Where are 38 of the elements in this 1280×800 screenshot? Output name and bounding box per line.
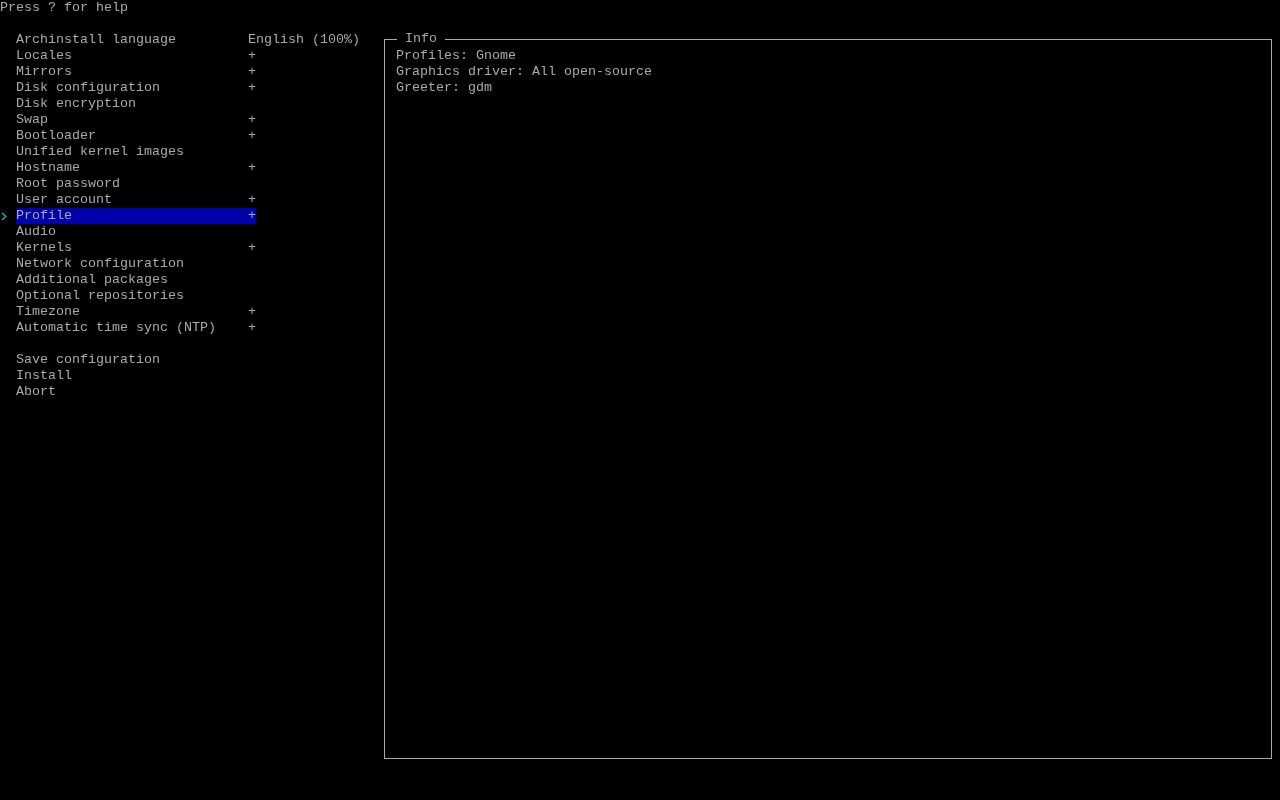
menu-item-value: + xyxy=(248,192,256,208)
info-line: Graphics driver: All open-source xyxy=(396,64,652,80)
menu-item[interactable]: Kernels + xyxy=(16,240,256,256)
menu-item[interactable]: Timezone + xyxy=(16,304,256,320)
menu-item-value: + xyxy=(248,128,256,144)
help-hint: Press ? for help xyxy=(0,0,128,16)
menu-item-value: English (100%) xyxy=(248,32,360,48)
menu-item[interactable]: Additional packages xyxy=(16,272,256,288)
menu-item-value: + xyxy=(248,112,256,128)
info-line: Greeter: gdm xyxy=(396,80,492,96)
menu-item-value: + xyxy=(248,240,256,256)
menu-item[interactable]: Disk encryption xyxy=(16,96,256,112)
menu-item-value: + xyxy=(248,64,256,80)
menu-item[interactable]: Root password xyxy=(16,176,256,192)
menu-item-value: + xyxy=(248,48,256,64)
menu-item-value: + xyxy=(248,208,256,224)
menu-item[interactable]: Disk configuration + xyxy=(16,80,256,96)
menu-item[interactable]: Archinstall language English (100%) xyxy=(16,32,360,48)
menu-item[interactable]: Bootloader + xyxy=(16,128,256,144)
menu-item[interactable]: Save configuration xyxy=(16,352,256,368)
menu-item[interactable]: Hostname + xyxy=(16,160,256,176)
menu-item[interactable]: Unified kernel images xyxy=(16,144,256,160)
menu-item[interactable]: Install xyxy=(16,368,256,384)
menu-item[interactable]: Optional repositories xyxy=(16,288,256,304)
menu-item[interactable]: User account + xyxy=(16,192,256,208)
menu-item[interactable]: Mirrors + xyxy=(16,64,256,80)
menu-item[interactable]: Abort xyxy=(16,384,256,400)
menu-item[interactable]: Network configuration xyxy=(16,256,256,272)
menu-item-value: + xyxy=(248,80,256,96)
menu-item[interactable]: Swap + xyxy=(16,112,256,128)
menu-item[interactable]: Automatic time sync (NTP) + xyxy=(16,320,256,336)
menu-item[interactable]: Profile + xyxy=(16,208,256,224)
menu-item[interactable]: Locales + xyxy=(16,48,256,64)
menu-item-value: + xyxy=(248,320,256,336)
menu-item-value: + xyxy=(248,160,256,176)
menu-item-value: + xyxy=(248,304,256,320)
info-line: Profiles: Gnome xyxy=(396,48,516,64)
menu-item[interactable]: Audio xyxy=(16,224,256,240)
